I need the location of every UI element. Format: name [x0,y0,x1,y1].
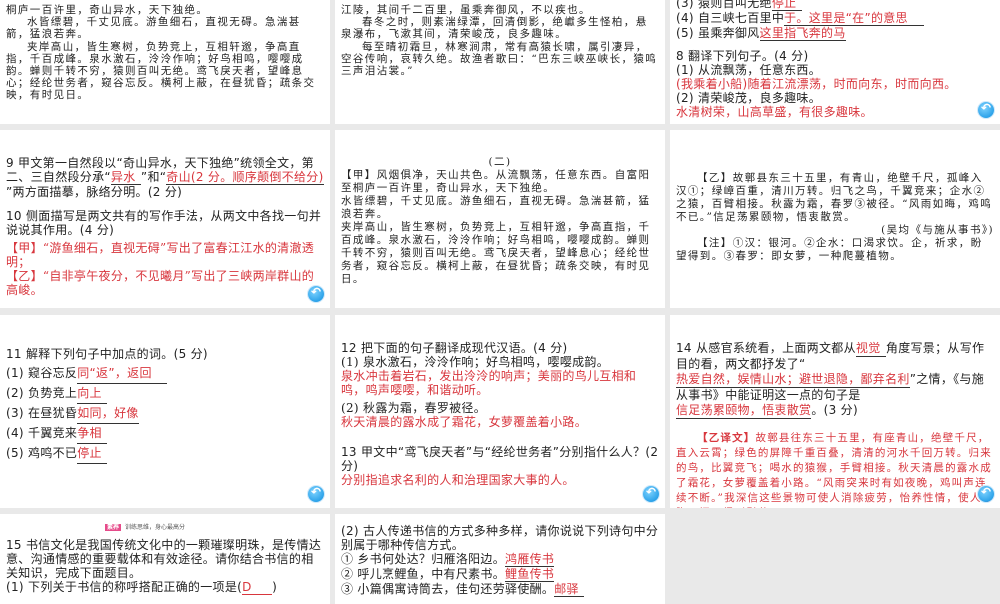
notes: 【注】①汉：银河。②企水：口渴求饮。企，祈求，盼望得到。③春罗：即女萝，一种爬蔓… [676,237,983,262]
passage-line: 夹岸高山，皆生寒树，负势竞上，互相轩邈，争高直指，千百成峰。泉水激石，泠泠作响；… [6,40,316,102]
return-icon[interactable] [643,485,659,502]
passage-line: 春冬之时，则素湍绿潭，回清倒影，绝巘多生怪柏，悬泉瀑布，飞漱其间，清荣峻茂，良多… [341,16,648,41]
slide-thumb-3[interactable]: (3) 猿则百叫无绝停止 (4) 自三峡七百里中于。这里是“在”的意思 (5) … [670,0,1000,124]
answer: 泉水冲击着岩石，发出泠泠的响声；美丽的鸟儿互相和鸣，鸣声嘤嘤，和谐动听。 [341,369,637,397]
item: (3) 猿则百叫无绝停止 [676,0,994,11]
slide-thumb-7[interactable]: 11 解释下列句子中加点的词。(5 分) (1) 窥谷忘反同“返”，返回 (2)… [0,315,330,508]
translation-label: 【乙译文】 [697,432,756,444]
source: (吴均《与施从事书》) [881,224,994,236]
sentence: (1) 从流飘荡，任意东西。 [676,63,822,77]
item: (1) 窥谷忘反同“返”，返回 [6,364,324,384]
question-15: 15 书信文化是我国传统文化中的一颗璀璨明珠，是传情达意、沟通情感的重要载体和有… [6,538,322,580]
question-14: 14 从感官系统看，上面两文都从视觉 角度写景；从写作目的看，两文都抒发了“热爱自… [676,341,985,419]
return-icon[interactable] [978,485,994,502]
section-badge: 素养 训练思维，身心最高分 [105,524,186,531]
item: (5) 虽乘奔御风这里指飞奔的马 [676,26,846,41]
answer: 水清树荣，山高草盛，有很多趣味。 [676,105,873,119]
question-10: 10 侧面描写是两文共有的写作手法，从两文中各找一句并说说其作用。(4 分) [6,209,322,237]
answer: 【乙】“自非亭午夜分，不见曦月”写出了三峡两岸群山的高峻。 [6,269,315,297]
question-15-2: (2) 古人传递书信的方式多种多样，请你说说下列诗句中分别属于哪种传信方式。 [341,524,659,552]
slide-thumb-11[interactable]: (2) 古人传递书信的方式多种多样，请你说说下列诗句中分别属于哪种传信方式。 ①… [335,514,665,604]
slide-thumb-5[interactable]: (二) 【甲】风烟俱净，天山共色。从流飘荡，任意东西。自富阳至桐庐一百许里，奇山… [335,130,665,308]
item: (4) 自三峡七百里中于。这里是“在”的意思 [676,11,994,26]
passage-line: 江陵，其间千二百里，虽乘奔御风，不以疾也。 [341,4,591,16]
passage-line: 每至晴初霜旦，林寒涧肃，常有高猿长啸，属引凄异，空谷传响，哀转久绝。故渔者歌曰：… [341,40,658,78]
slide-thumb-8[interactable]: 12 把下面的句子翻译成现代汉语。(4 分) (1) 泉水激石，泠泠作响；好鸟相… [335,315,665,508]
item: (2) 负势竞上向上 [6,384,324,404]
item: ③ 小篇偶寓诗筒去，佳句还劳驿使酬。邮驿 [341,582,659,597]
item: (4) 千翼竞来争相 [6,424,324,444]
return-icon[interactable] [308,285,324,302]
answer: 秋天清晨的露水成了霜花，女萝覆盖着小路。 [341,415,588,429]
question-9: 9 甲文第一自然段以“奇山异水，天下独绝”统领全文，第二、三自然段分承“异水 ”和… [6,156,324,199]
slide-thumb-4[interactable]: 9 甲文第一自然段以“奇山异水，天下独绝”统领全文，第二、三自然段分承“异水 ”和… [0,130,330,308]
answer: 【甲】“游鱼细石，直视无碍”写出了富春江江水的清澈透明； [6,241,315,269]
section-title: (二) [488,156,512,168]
slide-thumb-1[interactable]: 桐庐一百许里，奇山异水，天下独绝。 水皆缥碧，千丈见底。游鱼细石，直视无碍。急湍… [0,0,330,124]
sentence: (1) 泉水激石，泠泠作响；好鸟相鸣，嘤嘤成韵。 [341,355,610,369]
slide-thumb-9[interactable]: 14 从感官系统看，上面两文都从视觉 角度写景；从写作目的看，两文都抒发了“热爱自… [670,315,1000,508]
answer: 分别指追求名利的人和治理国家大事的人。 [341,473,575,487]
answer: (我乘着小船)随着江流漂荡，时而向东，时而向西。 [676,77,957,91]
question-12: 12 把下面的句子翻译成现代汉语。(4 分) [341,341,568,355]
question-13: 13 甲文中“鸢飞戾天者”与“经纶世务者”分别指什么人？(2 分) [341,445,659,473]
question-11: 11 解释下列句子中加点的词。(5 分) [6,347,208,361]
sentence: (2) 清荣峻茂，良多趣味。 [676,91,822,105]
return-icon[interactable] [308,485,324,502]
item: (5) 鸡鸣不已停止 [6,444,324,464]
item: (3) 在昼犹昏如同，好像 [6,404,324,424]
item: ① 乡书何处达？归雁洛阳边。鸿雁传书 [341,552,555,567]
passage-line: 水皆缥碧，千丈见底。游鱼细石，直视无碍。急湍甚箭，猛浪若奔。 [6,16,301,41]
slide-thumb-10[interactable]: 素养 训练思维，身心最高分 15 书信文化是我国传统文化中的一颗璀璨明珠，是传情达… [0,514,330,604]
passage-line: 夹岸高山，皆生寒树，负势竞上，互相轩邈，争高直指，千百成峰。泉水激石，泠泠作响；… [341,221,651,285]
item: ② 呼儿烹鲤鱼，中有尺素书。鲤鱼传书 [341,567,555,582]
passage-line: 水皆缥碧，千丈见底。游鱼细石，直视无碍。急湍甚箭，猛浪若奔。 [341,195,651,220]
passage-line: 桐庐一百许里，奇山异水，天下独绝。 [6,4,209,16]
item: (1) 下列关于书信的称呼搭配正确的一项是(D) [6,580,278,595]
return-icon[interactable] [978,101,994,118]
passage-line: 【甲】风烟俱净，天山共色。从流飘荡，任意东西。自富阳至桐庐一百许里，奇山异水，天… [341,169,651,194]
question-8: 8 翻译下列句子。(4 分) [676,49,809,63]
slide-thumb-2[interactable]: 江陵，其间千二百里，虽乘奔御风，不以疾也。 春冬之时，则素湍绿潭，回清倒影，绝巘… [335,0,665,124]
slide-thumb-6[interactable]: 【乙】故鄣县东三十五里，有青山，绝壁千尺，孤峰入汉①；绿嶂百重，清川万转。归飞之… [670,130,1000,308]
passage-yi: 【乙】故鄣县东三十五里，有青山，绝壁千尺，孤峰入汉①；绿嶂百重，清川万转。归飞之… [676,172,993,223]
sentence: (2) 秋露为霜，春罗被径。 [341,401,487,415]
